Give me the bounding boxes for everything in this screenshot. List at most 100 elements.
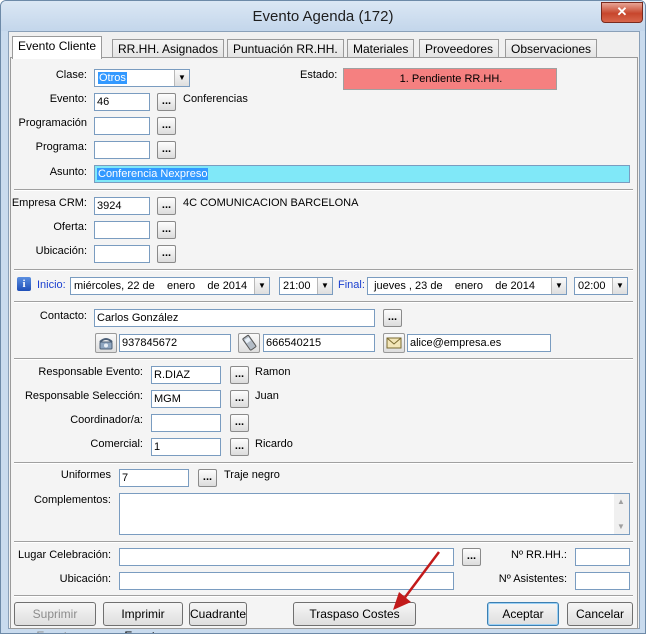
title-bar[interactable]: Evento Agenda (172) ✕	[1, 1, 645, 31]
responsable-seleccion-label: Responsable Selección:	[24, 390, 143, 402]
n-asistentes-input[interactable]	[575, 572, 630, 590]
tab-puntuacion-rrhh[interactable]: Puntuación RR.HH.	[227, 39, 344, 58]
lugar-celebracion-label: Lugar Celebración:	[18, 549, 111, 561]
asunto-value: Conferencia Nexpreso	[97, 168, 209, 180]
chevron-down-icon[interactable]: ▼	[254, 278, 269, 294]
chevron-down-icon[interactable]: ▼	[317, 278, 332, 294]
final-de: de	[430, 280, 443, 292]
empresa-crm-input[interactable]: 3924	[94, 197, 150, 215]
close-button[interactable]: ✕	[601, 2, 643, 23]
n-asistentes-label: Nº Asistentes:	[498, 573, 567, 585]
asunto-input[interactable]: Conferencia Nexpreso	[94, 165, 630, 183]
inicio-dow: miércoles	[74, 280, 122, 292]
inicio-label: Inicio:	[37, 279, 66, 291]
empresa-crm-label: Empresa CRM:	[11, 197, 87, 209]
complementos-scrollbar[interactable]: ▲ ▼	[614, 494, 629, 534]
final-date-picker[interactable]: jueves , 23 de enero de 2014 ▼	[367, 277, 567, 295]
info-glyph: i	[22, 278, 26, 290]
estado-label: Estado:	[300, 69, 338, 81]
final-hora: 02:00	[578, 280, 606, 292]
coordinador-label: Coordinador/a:	[70, 414, 143, 426]
clase-select[interactable]: Otros ▼	[94, 69, 190, 87]
aceptar-button[interactable]: Aceptar	[487, 602, 559, 626]
programa-lookup-button[interactable]: ...	[157, 141, 176, 159]
phone-input[interactable]: 937845672	[119, 334, 231, 352]
programa-label: Programa:	[35, 141, 87, 153]
inicio-de: de	[142, 280, 155, 292]
mobile-icon	[242, 334, 257, 351]
programacion-input[interactable]	[94, 117, 150, 135]
responsable-evento-description: Ramon	[255, 366, 291, 378]
inicio-time-picker[interactable]: 21:00 ▼	[279, 277, 333, 295]
comercial-description: Ricardo	[255, 438, 293, 450]
close-icon: ✕	[616, 4, 628, 19]
coordinador-lookup-button[interactable]: ...	[230, 414, 249, 432]
uniformes-lookup-button[interactable]: ...	[198, 469, 217, 487]
scroll-up-icon[interactable]: ▲	[617, 497, 625, 506]
n-rrhh-input[interactable]	[575, 548, 630, 566]
evento-input[interactable]: 46	[94, 93, 150, 111]
phone-call-button[interactable]	[95, 333, 117, 353]
separator	[14, 462, 633, 464]
inicio-month: enero	[167, 280, 196, 292]
info-icon: i	[17, 277, 31, 291]
programa-input[interactable]	[94, 141, 150, 159]
uniformes-label: Uniformes	[60, 469, 111, 481]
chevron-down-icon[interactable]: ▼	[551, 278, 566, 294]
envelope-icon	[386, 337, 402, 349]
clase-label: Clase:	[55, 69, 87, 81]
separator	[14, 358, 633, 360]
uniformes-input[interactable]: 7	[119, 469, 189, 487]
programacion-lookup-button[interactable]: ...	[157, 117, 176, 135]
separator	[14, 595, 633, 597]
responsable-seleccion-input[interactable]: MGM	[151, 390, 221, 408]
empresa-lookup-button[interactable]: ...	[157, 197, 176, 215]
phone-icon	[99, 338, 113, 350]
oferta-input[interactable]	[94, 221, 150, 239]
comercial-lookup-button[interactable]: ...	[230, 438, 249, 456]
inicio-date-picker[interactable]: miércoles, 22 de enero de 2014 ▼	[70, 277, 270, 295]
tab-rrhh-asignados[interactable]: RR.HH. Asignados	[112, 39, 225, 58]
final-month: enero	[454, 280, 483, 292]
responsable-evento-label: Responsable Evento:	[38, 366, 143, 378]
responsable-seleccion-lookup-button[interactable]: ...	[230, 390, 249, 408]
tab-evento-cliente[interactable]: Evento Cliente	[12, 36, 103, 59]
contacto-lookup-button[interactable]: ...	[383, 309, 402, 327]
chevron-down-icon[interactable]: ▼	[612, 278, 627, 294]
inicio-hora: 21:00	[283, 280, 311, 292]
final-day: 23	[415, 280, 428, 292]
tab-observaciones[interactable]: Observaciones	[505, 39, 598, 58]
cuadrante-button[interactable]: Cuadrante	[189, 602, 247, 626]
ubicacion-lookup-button[interactable]: ...	[157, 245, 176, 263]
scroll-down-icon[interactable]: ▼	[617, 522, 625, 531]
suprimir-evento-button[interactable]: Suprimir Evento	[14, 602, 96, 633]
final-time-picker[interactable]: 02:00 ▼	[574, 277, 628, 295]
comercial-input[interactable]: 1	[151, 438, 221, 456]
imprimir-evento-button[interactable]: Imprimir Evento	[103, 602, 183, 633]
separator	[14, 541, 633, 543]
chevron-down-icon[interactable]: ▼	[174, 70, 189, 86]
email-input[interactable]: alice@empresa.es	[407, 334, 551, 352]
tab-materiales[interactable]: Materiales	[347, 39, 415, 58]
complementos-textarea[interactable]	[119, 493, 630, 535]
separator	[14, 189, 633, 191]
inicio-year: 2014	[222, 280, 248, 292]
cancelar-button[interactable]: Cancelar	[567, 602, 633, 626]
responsable-evento-lookup-button[interactable]: ...	[230, 366, 249, 384]
mobile-input[interactable]: 666540215	[263, 334, 375, 352]
contacto-label: Contacto:	[39, 310, 87, 322]
window-title: Evento Agenda (172)	[252, 8, 394, 25]
contacto-input[interactable]: Carlos González	[94, 309, 375, 327]
evento-label: Evento:	[49, 93, 87, 105]
email-send-button[interactable]	[383, 333, 405, 353]
evento-lookup-button[interactable]: ...	[157, 93, 176, 111]
final-label: Final:	[338, 279, 365, 291]
coordinador-input[interactable]	[151, 414, 221, 432]
mobile-call-button[interactable]	[238, 333, 260, 353]
final-de: de	[495, 280, 508, 292]
separator	[14, 269, 633, 271]
tab-proveedores[interactable]: Proveedores	[419, 39, 500, 58]
oferta-lookup-button[interactable]: ...	[157, 221, 176, 239]
ubicacion-input[interactable]	[94, 245, 150, 263]
responsable-evento-input[interactable]: R.DIAZ	[151, 366, 221, 384]
